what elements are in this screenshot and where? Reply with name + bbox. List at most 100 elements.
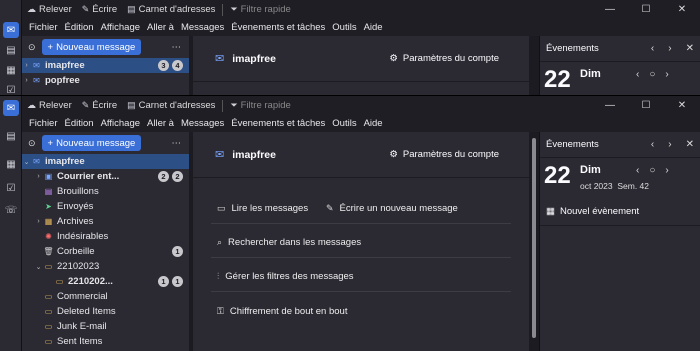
previous-day-icon[interactable]: ‹: [636, 69, 639, 80]
next-icon[interactable]: ›: [668, 139, 671, 150]
calendar-space-icon[interactable]: ▦: [3, 62, 19, 78]
unread-count-badge: 2: [158, 171, 169, 182]
today-circle-icon[interactable]: ○: [649, 69, 655, 80]
account-status-icon[interactable]: ⊙: [28, 42, 36, 53]
folder-pane-menu-icon[interactable]: ⋯: [172, 138, 182, 149]
get-messages-button[interactable]: ☁ Relever: [22, 100, 77, 111]
quick-filter-button[interactable]: ⏷ Filtre rapide: [225, 4, 295, 15]
write-button[interactable]: ✎ Écrire: [77, 100, 122, 111]
chevron-right-icon[interactable]: ›: [34, 218, 43, 225]
folder-row-sent-items[interactable]: ▭ Sent Items: [22, 334, 189, 349]
address-book-space-icon[interactable]: ▤: [3, 128, 19, 144]
get-messages-button[interactable]: ☁ Relever: [22, 4, 77, 15]
folder-row-indesirables[interactable]: ✺ Indésirables: [22, 229, 189, 244]
folder-row-22102023-sub[interactable]: ▭ 2210202... 11: [22, 274, 189, 289]
divider: [540, 225, 700, 226]
folder-row-commercial[interactable]: ▭ Commercial: [22, 289, 189, 304]
new-message-button[interactable]: + Nouveau message: [41, 39, 142, 55]
cloud-download-icon: ☁: [27, 4, 36, 14]
folder-row-imapfree[interactable]: › ✉ imapfree 34: [22, 58, 189, 73]
scrollbar-thumb[interactable]: [532, 138, 536, 338]
total-count-badge: 1: [172, 246, 183, 257]
menu-edition[interactable]: Édition: [65, 118, 94, 129]
menu-aide[interactable]: Aide: [364, 22, 383, 33]
folder-row-inbox[interactable]: › ▣ Courrier ent... 22: [22, 169, 189, 184]
close-icon[interactable]: ✕: [664, 96, 700, 115]
divider: [211, 291, 511, 292]
folder-pane-menu-icon[interactable]: ⋯: [172, 42, 182, 53]
next-day-icon[interactable]: ›: [665, 165, 668, 176]
menu-aller[interactable]: Aller à: [147, 22, 174, 33]
menu-evenements[interactable]: Évenements et tâches: [231, 22, 325, 33]
next-day-icon[interactable]: ›: [665, 69, 668, 80]
folder-row-corbeille[interactable]: 🗑 Corbeille 1: [22, 244, 189, 259]
mail-space-icon[interactable]: ✉: [3, 100, 19, 116]
address-book-button[interactable]: ▤ Carnet d'adresses: [122, 100, 220, 111]
minimize-icon[interactable]: —: [592, 0, 628, 19]
folder-row-archives[interactable]: › ▦ Archives: [22, 214, 189, 229]
folder-row-imapfree[interactable]: ⌄ ✉ imapfree: [22, 154, 189, 169]
today-weekday: Dim: [580, 164, 601, 176]
previous-icon[interactable]: ‹: [651, 139, 654, 150]
menu-aller[interactable]: Aller à: [147, 118, 174, 129]
menu-fichier[interactable]: Fichier: [29, 118, 58, 129]
chat-space-icon[interactable]: ☏: [3, 202, 19, 218]
account-central: ✉ imapfree ⚙ Paramètres du compte: [193, 36, 529, 95]
menu-affichage[interactable]: Affichage: [101, 22, 140, 33]
quick-filter-button[interactable]: ⏷ Filtre rapide: [225, 100, 295, 111]
menu-affichage[interactable]: Affichage: [101, 118, 140, 129]
filter-icon: ⏷: [230, 100, 238, 110]
chevron-right-icon[interactable]: ›: [22, 62, 31, 69]
close-today-pane-icon[interactable]: ✕: [686, 139, 694, 150]
maximize-icon[interactable]: ☐: [628, 96, 664, 115]
previous-icon[interactable]: ‹: [651, 43, 654, 54]
menu-evenements[interactable]: Évenements et tâches: [231, 118, 325, 129]
manage-filters-link[interactable]: ⫶ Gérer les filtres des messages: [217, 271, 354, 282]
menu-outils[interactable]: Outils: [332, 118, 356, 129]
today-circle-icon[interactable]: ○: [649, 165, 655, 176]
new-event-button[interactable]: ▦ Nouvel évènement: [546, 206, 639, 217]
folder-icon: ▭: [44, 292, 53, 301]
trash-icon: 🗑: [43, 247, 54, 256]
menu-outils[interactable]: Outils: [332, 22, 356, 33]
folder-row-envoyes[interactable]: ➤ Envoyés: [22, 199, 189, 214]
search-icon: ⌕: [217, 237, 223, 247]
maximize-icon[interactable]: ☐: [628, 0, 664, 19]
menu-messages[interactable]: Messages: [181, 118, 224, 129]
menu-messages[interactable]: Messages: [181, 22, 224, 33]
minimize-icon[interactable]: —: [592, 96, 628, 115]
account-central-scrollbar[interactable]: [529, 132, 539, 351]
close-icon[interactable]: ✕: [664, 0, 700, 19]
search-messages-link[interactable]: ⌕ Rechercher dans les messages: [217, 237, 361, 248]
menu-fichier[interactable]: Fichier: [29, 22, 58, 33]
account-settings-link[interactable]: ⚙ Paramètres du compte: [389, 53, 499, 64]
chevron-right-icon[interactable]: ›: [22, 77, 31, 84]
next-icon[interactable]: ›: [668, 43, 671, 54]
folder-row-junk-email[interactable]: ▭ Junk E-mail: [22, 319, 189, 334]
folder-row-brouillons[interactable]: ▤ Brouillons: [22, 184, 189, 199]
tasks-space-icon[interactable]: ☑: [3, 180, 19, 196]
account-status-icon[interactable]: ⊙: [28, 138, 36, 149]
previous-day-icon[interactable]: ‹: [636, 165, 639, 176]
menu-edition[interactable]: Édition: [65, 22, 94, 33]
address-book-button[interactable]: ▤ Carnet d'adresses: [122, 4, 220, 15]
close-today-pane-icon[interactable]: ✕: [686, 43, 694, 54]
mail-space-icon[interactable]: ✉: [3, 22, 19, 38]
new-message-button[interactable]: + Nouveau message: [41, 135, 142, 151]
tasks-space-icon[interactable]: ☑: [3, 82, 19, 96]
chevron-right-icon[interactable]: ›: [34, 173, 43, 180]
menu-aide[interactable]: Aide: [364, 118, 383, 129]
read-messages-link[interactable]: ▭ Lire les messages: [217, 203, 308, 214]
write-button[interactable]: ✎ Écrire: [77, 4, 122, 15]
calendar-space-icon[interactable]: ▦: [3, 156, 19, 172]
folder-row-22102023[interactable]: ⌄ ▭ 22102023: [22, 259, 189, 274]
account-settings-link[interactable]: ⚙ Paramètres du compte: [389, 149, 499, 160]
chevron-down-icon[interactable]: ⌄: [34, 263, 43, 271]
chevron-down-icon[interactable]: ⌄: [22, 158, 31, 166]
folder-row-deleted-items[interactable]: ▭ Deleted Items: [22, 304, 189, 319]
folder-row-popfree[interactable]: › ✉ popfree: [22, 73, 189, 88]
address-book-space-icon[interactable]: ▤: [3, 42, 19, 58]
write-message-link[interactable]: ✎ Écrire un nouveau message: [326, 203, 458, 214]
e2e-encryption-link[interactable]: ⚿ Chiffrement de bout en bout: [217, 306, 347, 317]
filter-sliders-icon: ⫶: [217, 271, 220, 281]
